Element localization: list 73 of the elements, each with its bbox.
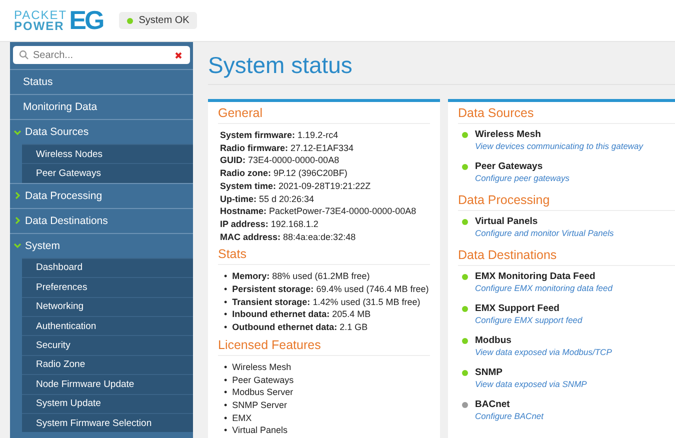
service-link[interactable]: View data exposed via SNMP bbox=[475, 378, 675, 390]
bullet: • bbox=[224, 321, 228, 334]
service-name: Wireless Mesh bbox=[475, 129, 541, 140]
info-line: System time: 2021-09-28T19:21:22Z bbox=[220, 180, 372, 193]
nav-subitem[interactable]: Networking bbox=[22, 296, 193, 316]
status-label: System OK bbox=[138, 15, 190, 26]
service-name: Peer Gateways bbox=[475, 161, 543, 172]
feature-item: Modbus Server bbox=[232, 386, 294, 399]
bullet: • bbox=[224, 386, 228, 399]
page-title: System status bbox=[208, 52, 675, 85]
nav-subitem[interactable]: Dashboard bbox=[22, 258, 193, 278]
nav-subitem[interactable]: System Firmware Selection bbox=[22, 412, 193, 432]
service-name: BACnet bbox=[475, 399, 510, 410]
service-name: SNMP bbox=[475, 367, 502, 378]
info-line: Hostname: PacketPower-73E4-0000-0000-00A8 bbox=[220, 205, 418, 218]
clear-icon[interactable] bbox=[175, 52, 182, 58]
service-link[interactable]: View devices communicating to this gateway bbox=[475, 140, 675, 152]
info-line: GUID: 73E4-0000-0000-00A8 bbox=[220, 154, 340, 168]
service-link[interactable]: Configure EMX monitoring data feed bbox=[475, 282, 675, 294]
feature-item: Peer Gateways bbox=[232, 374, 294, 386]
bullet: • bbox=[224, 424, 228, 438]
section-heading: Data Processing bbox=[458, 193, 675, 211]
nav-subitem[interactable]: Radio Zone bbox=[22, 354, 193, 374]
stat-line: Memory: 88% used (61.2MB free) bbox=[232, 270, 370, 284]
feature-item: Virtual Panels bbox=[232, 424, 288, 438]
section-heading: Data Destinations bbox=[458, 248, 675, 266]
nav-subitem[interactable]: Wireless Nodes bbox=[22, 144, 193, 164]
service-link[interactable]: Configure and monitor Virtual Panels bbox=[475, 227, 675, 239]
bullet: • bbox=[224, 283, 228, 296]
info-line: System firmware: 1.19.2-rc4 bbox=[220, 129, 340, 142]
service-name: EMX Support Feed bbox=[475, 303, 560, 314]
info-line: MAC address: 88:4a:ea:de:32:48 bbox=[220, 230, 357, 244]
nav-item[interactable]: Data Processing bbox=[10, 182, 193, 208]
section-heading: Data Sources bbox=[458, 106, 675, 124]
service-link[interactable]: Configure EMX support feed bbox=[475, 314, 675, 326]
stat-line: Inbound ethernet data: 205.4 MB bbox=[232, 308, 371, 322]
info-line: Up-time: 55 d 20:26:34 bbox=[220, 192, 316, 206]
info-line: IP address: 192.168.1.2 bbox=[220, 218, 320, 231]
stat-line: Outbound ethernet data: 2.1 GB bbox=[232, 321, 368, 334]
bullet: • bbox=[224, 412, 228, 424]
nav-subitem[interactable]: Authentication bbox=[22, 316, 193, 336]
bullet: • bbox=[224, 296, 228, 308]
info-line: Radio zone: 9P.12 (396C20BF) bbox=[220, 167, 348, 180]
section-heading: Licensed Features bbox=[218, 338, 430, 356]
section-heading: General bbox=[218, 106, 430, 124]
service-link[interactable]: Configure peer gateways bbox=[475, 172, 675, 184]
nav-item[interactable]: Status bbox=[10, 69, 193, 94]
nav-subitem[interactable]: Peer Gateways bbox=[22, 163, 193, 183]
service-link[interactable]: Configure BACnet bbox=[475, 410, 675, 422]
service-name: Modbus bbox=[475, 335, 512, 346]
stat-line: Persistent storage: 69.4% used (746.4 MB free) bbox=[232, 283, 429, 296]
service-name: EMX Monitoring Data Feed bbox=[475, 271, 596, 282]
bullet: • bbox=[224, 308, 228, 322]
bullet: • bbox=[224, 360, 228, 374]
service-link[interactable]: View data exposed via Modbus/TCP bbox=[475, 346, 675, 358]
bullet: • bbox=[224, 270, 228, 284]
nav-subitem[interactable]: Security bbox=[22, 335, 193, 355]
service-name: Virtual Panels bbox=[475, 216, 538, 227]
search-icon bbox=[19, 50, 29, 60]
bullet: • bbox=[224, 398, 228, 412]
search-field[interactable]: Search... bbox=[13, 46, 190, 64]
bullet: • bbox=[224, 374, 228, 386]
feature-item: EMX bbox=[232, 412, 252, 424]
stat-line: Transient storage: 1.42% used (31.5 MB free) bbox=[232, 296, 420, 308]
feature-item: Wireless Mesh bbox=[232, 360, 292, 374]
nav-subitem[interactable]: Preferences bbox=[22, 277, 193, 297]
nav-item[interactable]: Data Destinations bbox=[10, 208, 193, 233]
nav-item[interactable]: Monitoring Data bbox=[10, 94, 193, 119]
section-heading: Stats bbox=[218, 247, 430, 266]
feature-item: SNMP Server bbox=[232, 398, 288, 412]
info-line: Radio firmware: 27.12-E1AF334 bbox=[220, 142, 355, 154]
nav-subitem[interactable]: Node Firmware Update bbox=[22, 374, 193, 394]
nav-subitem[interactable]: System Update bbox=[22, 394, 193, 413]
